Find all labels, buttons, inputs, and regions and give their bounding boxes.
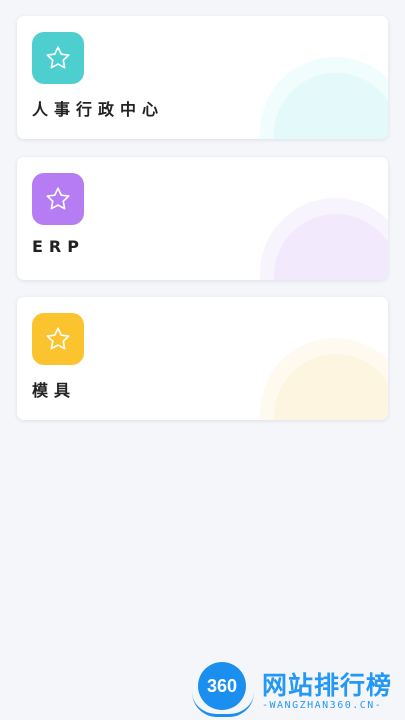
- module-card-hr[interactable]: 人事行政中心: [17, 16, 388, 139]
- module-icon-tile: [32, 32, 84, 84]
- module-card-erp[interactable]: ERP: [17, 157, 388, 280]
- module-icon-tile: [32, 173, 84, 225]
- watermark-title: 网站排行榜: [262, 671, 393, 700]
- watermark-logo: 360 网站排行榜 -WANGZHAN360.CN-: [192, 660, 402, 718]
- module-icon-tile: [32, 313, 84, 365]
- watermark-subtitle: -WANGZHAN360.CN-: [262, 700, 383, 711]
- module-card-mold[interactable]: 模具: [17, 297, 388, 420]
- module-title: 模具: [32, 381, 77, 400]
- star-icon: [46, 46, 70, 69]
- star-icon: [46, 327, 70, 350]
- logo-badge: 360: [198, 662, 246, 710]
- module-title: ERP: [32, 237, 85, 256]
- star-icon: [46, 187, 70, 210]
- module-title: 人事行政中心: [32, 100, 165, 119]
